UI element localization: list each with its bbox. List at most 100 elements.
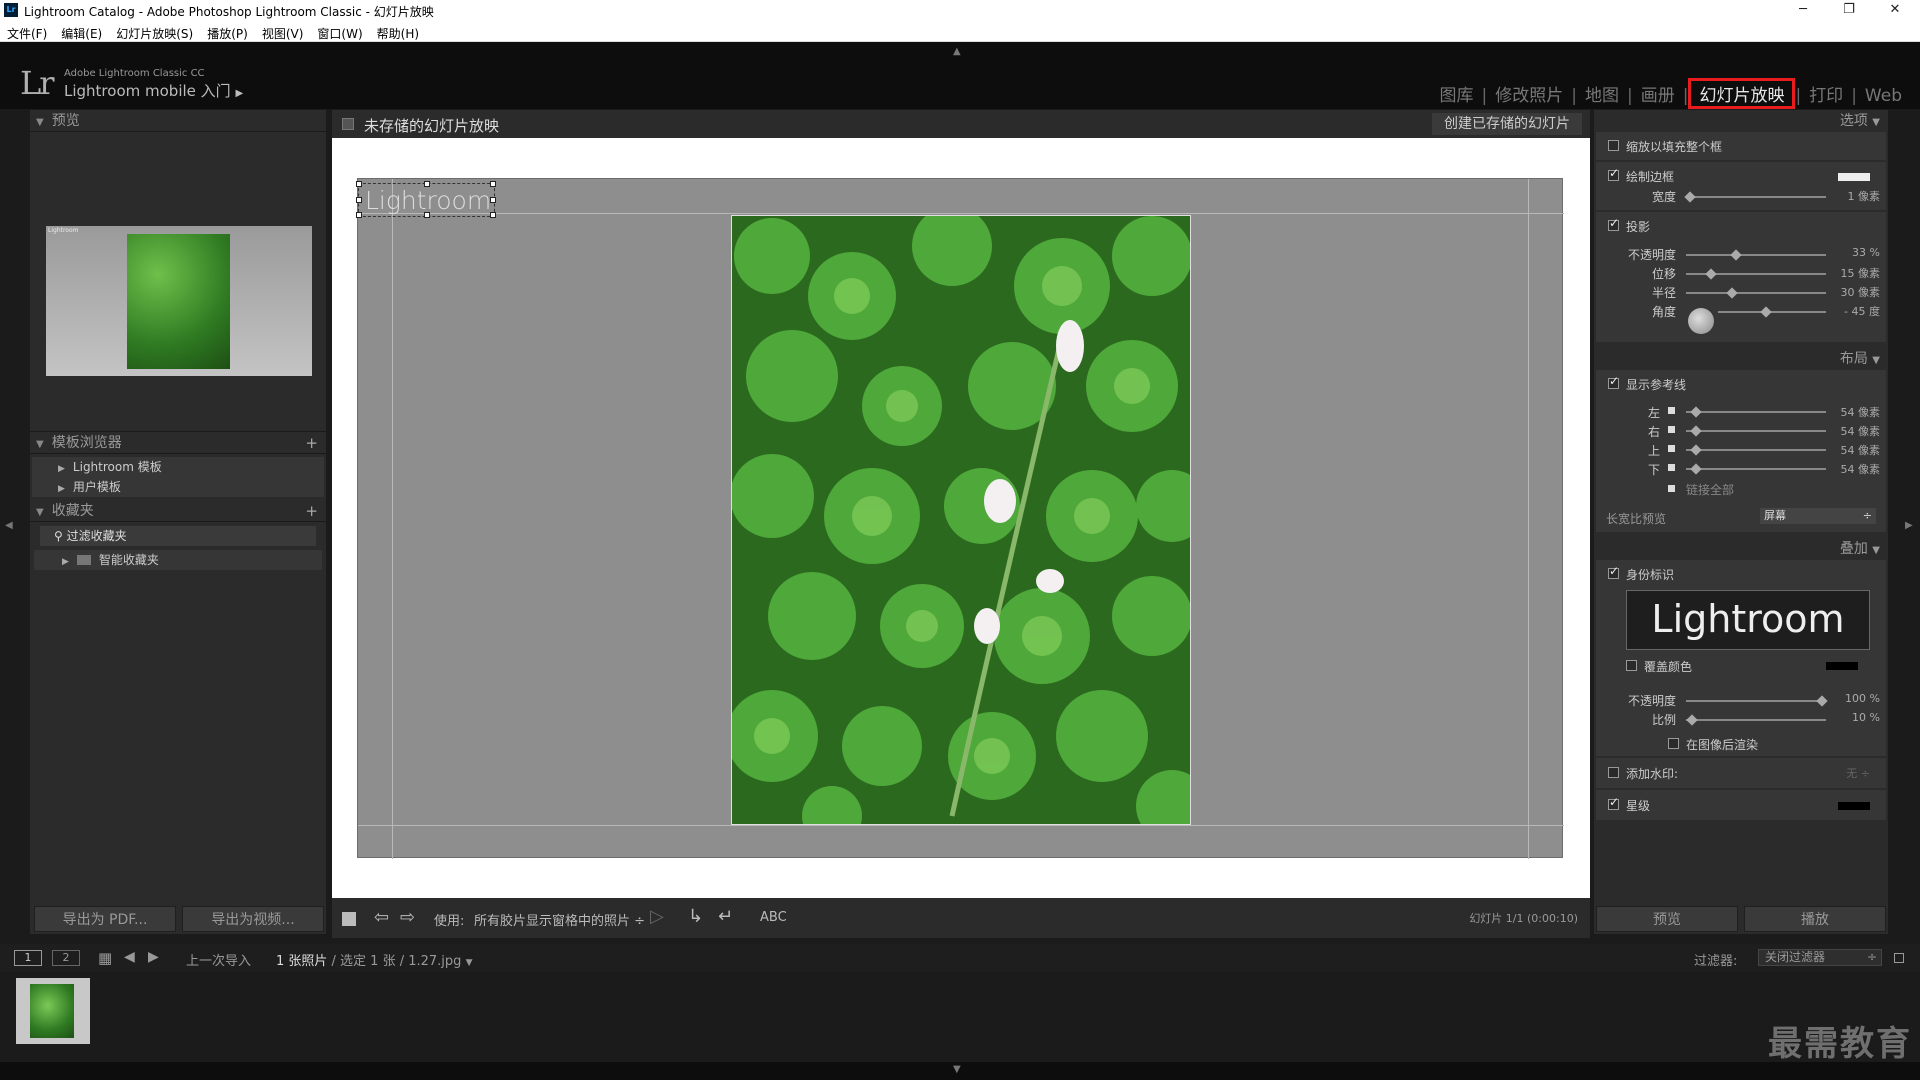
filter-select[interactable]: 关闭过滤器 ÷ [1758, 949, 1882, 966]
rating-checkbox[interactable]: ✓ [1608, 795, 1619, 810]
collapse-top-arrow-icon[interactable]: ▲ [953, 46, 961, 57]
back-arrow-icon[interactable]: ◀ [124, 949, 135, 965]
zoom-fill-checkbox[interactable] [1608, 140, 1619, 151]
maximize-button[interactable]: ❐ [1826, 0, 1872, 22]
guide-top[interactable] [358, 213, 1564, 214]
secondary-window-button[interactable]: 2 [52, 950, 80, 966]
filmstrip-source[interactable]: 上一次导入 [186, 950, 251, 969]
module-slideshow[interactable]: 幻灯片放映 [1688, 78, 1796, 109]
add-collection-icon[interactable]: + [305, 500, 318, 522]
margin-bottom-slider[interactable] [1686, 468, 1826, 470]
border-color-swatch[interactable] [1838, 173, 1870, 181]
collapse-bottom-arrow-icon[interactable]: ▼ [953, 1064, 961, 1075]
margin-left-link[interactable] [1668, 407, 1675, 414]
resize-handle[interactable] [356, 181, 362, 187]
menu-window[interactable]: 窗口(W) [310, 22, 369, 42]
width-slider[interactable] [1686, 196, 1826, 198]
play-button[interactable]: 播放 [1744, 906, 1886, 932]
shadow-checkbox[interactable]: ✓ [1608, 216, 1619, 231]
show-guides-checkbox[interactable]: ✓ [1608, 374, 1619, 389]
margin-top-link[interactable] [1668, 445, 1675, 452]
rating-color-swatch[interactable] [1838, 802, 1870, 810]
guide-left[interactable] [392, 179, 393, 859]
primary-window-button[interactable]: 1 [14, 950, 42, 966]
forward-arrow-icon[interactable]: ▶ [148, 949, 159, 965]
override-color-checkbox[interactable] [1626, 660, 1637, 671]
margin-top-knob[interactable] [1690, 444, 1702, 456]
slide-photo[interactable] [731, 215, 1191, 825]
mobile-link[interactable]: Lightroom mobile 入门 ▶ [64, 80, 243, 101]
stop-icon[interactable] [342, 912, 356, 926]
identity-opacity-slider[interactable] [1686, 700, 1826, 702]
template-folder-lightroom[interactable]: ▶ Lightroom 模板 [32, 457, 324, 477]
menu-slideshow[interactable]: 幻灯片放映(S) [109, 22, 200, 42]
width-slider-knob[interactable] [1684, 191, 1696, 203]
shadow-radius-knob[interactable] [1726, 287, 1738, 299]
link-all-checkbox[interactable] [1668, 485, 1675, 492]
module-develop[interactable]: 修改照片 [1487, 81, 1571, 106]
override-color-swatch[interactable] [1826, 662, 1858, 670]
margin-bottom-link[interactable] [1668, 464, 1675, 471]
filmstrip-thumbnail[interactable] [16, 978, 90, 1044]
resize-handle[interactable] [490, 181, 496, 187]
module-print[interactable]: 打印 [1801, 81, 1851, 106]
margin-right-knob[interactable] [1690, 425, 1702, 437]
margin-right-slider[interactable] [1686, 430, 1826, 432]
previous-arrow-icon[interactable]: ⇦ [374, 907, 389, 928]
menu-edit[interactable]: 编辑(E) [54, 22, 109, 42]
shadow-offset-knob[interactable] [1705, 268, 1717, 280]
add-template-icon[interactable]: + [305, 432, 318, 454]
menu-play[interactable]: 播放(P) [200, 22, 255, 42]
next-arrow-icon[interactable]: ⇨ [400, 907, 415, 928]
guide-right[interactable] [1528, 179, 1529, 859]
layout-header[interactable]: 布局 ▼ [1594, 348, 1888, 370]
smart-collections-item[interactable]: ▶ 智能收藏夹 [34, 550, 322, 570]
shadow-opacity-slider[interactable] [1686, 254, 1826, 256]
identity-plate-overlay[interactable]: Lightroom [356, 181, 496, 218]
rotate-left-icon[interactable]: ↳ [688, 906, 703, 927]
collections-header[interactable]: ▼ 收藏夹 + [30, 500, 326, 522]
stroke-border-checkbox[interactable]: ✓ [1608, 166, 1619, 181]
template-folder-user[interactable]: ▶ 用户模板 [32, 477, 324, 497]
template-browser-header[interactable]: ▼ 模板浏览器 + [30, 432, 326, 454]
use-source-select[interactable]: 所有胶片显示窗格中的照片 ÷ [474, 910, 645, 929]
create-saved-slideshow-button[interactable]: 创建已存储的幻灯片 [1432, 113, 1582, 135]
options-header[interactable]: 选项 ▼ [1594, 110, 1888, 132]
header-toggle-box[interactable] [342, 118, 354, 130]
margin-left-slider[interactable] [1686, 411, 1826, 413]
margin-bottom-knob[interactable] [1690, 463, 1702, 475]
grid-icon[interactable]: ▦ [98, 949, 112, 967]
identity-scale-knob[interactable] [1686, 714, 1698, 726]
margin-top-slider[interactable] [1686, 449, 1826, 451]
resize-handle[interactable] [490, 197, 496, 203]
identity-plate-checkbox[interactable]: ✓ [1608, 564, 1619, 579]
menu-view[interactable]: 视图(V) [255, 22, 311, 42]
overlay-header[interactable]: 叠加 ▼ [1594, 538, 1888, 560]
filter-collections-input[interactable]: ⚲ 过滤收藏夹 [40, 526, 316, 546]
slide-canvas[interactable]: Lightroom [356, 178, 1564, 859]
angle-dial[interactable] [1688, 308, 1714, 334]
module-book[interactable]: 画册 [1633, 81, 1683, 106]
preview-button[interactable]: 预览 [1596, 906, 1738, 932]
margin-right-link[interactable] [1668, 426, 1675, 433]
export-pdf-button[interactable]: 导出为 PDF... [34, 906, 176, 932]
dropdown-arrow-icon[interactable]: ▼ [466, 958, 473, 968]
export-video-button[interactable]: 导出为视频... [182, 906, 324, 932]
filter-lock-icon[interactable] [1894, 953, 1904, 963]
menu-help[interactable]: 帮助(H) [370, 22, 426, 42]
resize-handle[interactable] [490, 212, 496, 218]
render-behind-checkbox[interactable] [1668, 738, 1679, 749]
resize-handle[interactable] [356, 212, 362, 218]
close-button[interactable]: ✕ [1872, 0, 1918, 22]
aspect-preview-select[interactable]: 屏幕 ÷ [1760, 508, 1876, 524]
play-icon[interactable]: ▷ [650, 906, 664, 927]
rotate-right-icon[interactable]: ↵ [718, 906, 733, 927]
left-collapse-strip[interactable]: ◀ [0, 110, 22, 934]
identity-scale-slider[interactable] [1686, 719, 1826, 721]
menu-file[interactable]: 文件(F) [0, 22, 54, 42]
module-web[interactable]: Web [1857, 86, 1910, 106]
add-text-button[interactable]: ABC [760, 910, 787, 925]
identity-plate-preview[interactable]: Lightroom [1626, 590, 1870, 650]
shadow-angle-knob[interactable] [1760, 306, 1772, 318]
resize-handle[interactable] [424, 212, 430, 218]
